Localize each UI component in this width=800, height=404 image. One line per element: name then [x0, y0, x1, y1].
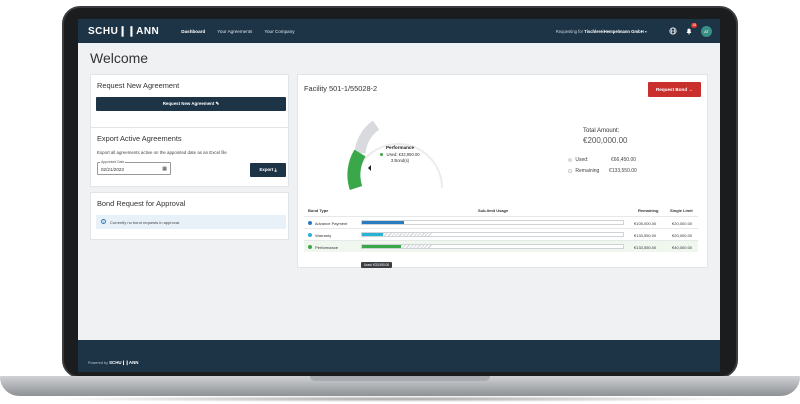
- remaining-cell: €133,550.00: [634, 244, 657, 250]
- nav-right: Requesting for TischlereiHempelmann GmbH…: [556, 23, 720, 37]
- info-icon: i: [101, 219, 106, 224]
- gauge-bond-count: 3 Bond(s): [390, 158, 410, 163]
- user-avatar[interactable]: AT: [701, 25, 712, 37]
- calendar-icon[interactable]: ▦: [162, 166, 167, 172]
- edit-icon: ✎: [215, 101, 220, 106]
- bond-type-table: Bond Type Sub-limit Usage Remaining Sing…: [304, 206, 698, 261]
- nav-your-company[interactable]: Your Company: [264, 29, 294, 34]
- request-bond-label: Request Bond: [655, 87, 688, 92]
- download-icon: ⤓: [274, 167, 277, 172]
- gauge-pointer-icon: [368, 165, 371, 171]
- sub-limit-bar: [361, 244, 624, 249]
- usage-tooltip: Used: €33,950.00: [361, 262, 393, 268]
- used-value: €66,450.00: [611, 157, 637, 163]
- export-button-label: Export: [259, 167, 274, 172]
- sub-limit-used-fill: [362, 221, 404, 224]
- bond-type-name: Advance Payment: [314, 220, 348, 226]
- sub-limit-hatch: [382, 233, 433, 236]
- laptop-base-notch: [310, 376, 490, 381]
- bond-request-approval-card: Bond Request for Approval i Currently no…: [90, 192, 289, 240]
- date-field-label: Appointed Date: [100, 160, 126, 164]
- sub-limit-bar: [361, 232, 624, 237]
- remaining-cell: €133,550.00: [634, 232, 657, 238]
- gauge-label: Performance: [385, 145, 415, 150]
- export-description: Export all agreements active on the appo…: [97, 150, 227, 155]
- top-navbar: SCHU❙❙ANN Dashboard Your Agreements Your…: [78, 19, 720, 43]
- single-limit-cell: €20,000.00: [672, 220, 693, 226]
- export-button[interactable]: Export ⤓: [250, 163, 286, 177]
- request-bond-button[interactable]: Request Bond →: [648, 82, 701, 97]
- laptop-shadow: [40, 396, 760, 402]
- bond-type-dot: [308, 245, 312, 250]
- sub-limit-bar: [361, 220, 624, 225]
- used-legend-dot: [568, 157, 572, 162]
- sub-limit-used-fill: [362, 233, 383, 236]
- nav-dashboard[interactable]: Dashboard: [181, 29, 205, 34]
- sub-limit-used-fill: [362, 245, 402, 248]
- remaining-label: Remaining: [575, 168, 600, 174]
- bond-type-dot: [308, 221, 312, 226]
- bond-type-cell: Advance Payment: [308, 221, 347, 226]
- sub-limit-hatch: [401, 245, 433, 248]
- total-amount-value: €200,000.00: [583, 136, 628, 145]
- appointed-date-field[interactable]: Appointed Date 02/21/2023 ▦: [97, 160, 171, 175]
- no-requests-info: i Currently no bond requests in approval…: [96, 215, 286, 229]
- info-text: Currently no bond requests in approval.: [110, 219, 181, 225]
- th-remaining: Remaining: [638, 208, 659, 213]
- requesting-company: TischlereiHempelmann GmbH: [584, 28, 644, 34]
- remaining-value: €133,550.00: [609, 168, 637, 174]
- remaining-cell: €105,000.00: [634, 220, 657, 226]
- bond-type-cell: Warranty: [308, 233, 331, 238]
- th-sub-limit-usage: Sub-limit Usage: [478, 208, 509, 213]
- request-card-title: Request New Agreement: [97, 81, 180, 90]
- export-card-title: Export Active Agreements: [97, 134, 182, 143]
- app-screen: SCHU❙❙ANN Dashboard Your Agreements Your…: [78, 19, 720, 372]
- arrow-right-icon: →: [688, 87, 693, 92]
- remaining-stat: Remaining: [568, 168, 599, 174]
- powered-by: Powered by SCHU❙❙ANN: [88, 360, 138, 366]
- request-button-label: Request New Agreement: [162, 101, 215, 106]
- nav-links: Dashboard Your Agreements Your Company: [181, 29, 306, 34]
- th-single-limit: Single Limit: [670, 208, 693, 213]
- notification-badge: 18: [691, 23, 697, 28]
- table-row[interactable]: Warranty €133,550.00 €20,000.00: [304, 228, 698, 240]
- chevron-down-icon: ▾: [644, 28, 647, 34]
- bond-type-name: Performance: [315, 244, 339, 250]
- requesting-for-selector[interactable]: Requesting for TischlereiHempelmann GmbH…: [556, 29, 647, 34]
- footer: Powered by SCHU❙❙ANN: [78, 340, 720, 372]
- nav-your-agreements[interactable]: Your Agreements: [217, 29, 252, 34]
- globe-icon[interactable]: [669, 27, 677, 35]
- th-bond-type: Bond Type: [308, 208, 329, 213]
- bond-type-cell: Performance: [308, 245, 338, 250]
- single-limit-cell: €40,000.00: [672, 244, 693, 250]
- gauge-used-text: Used: €33,950.00: [386, 152, 420, 157]
- bond-type-name: Warranty: [315, 232, 332, 238]
- single-limit-cell: €20,000.00: [672, 232, 693, 238]
- gauge-performance-arc: [347, 149, 366, 190]
- date-field-value: 02/21/2023: [101, 167, 124, 172]
- brand-logo[interactable]: SCHU❙❙ANN: [88, 26, 159, 37]
- used-label: Used:: [575, 157, 589, 163]
- used-stat: Used:: [568, 157, 588, 163]
- facility-title: Facility 501-1/55028-2: [304, 84, 378, 93]
- bond-type-dot: [308, 233, 312, 238]
- remaining-legend-dot: [568, 168, 572, 173]
- gauge-used-dot: [380, 153, 384, 157]
- request-new-agreement-button[interactable]: Request New Agreement ✎: [96, 97, 286, 111]
- export-agreements-card: Export Active Agreements Export all agre…: [90, 127, 289, 187]
- footer-brand: SCHU❙❙ANN: [109, 360, 139, 365]
- table-row[interactable]: Advance Payment €105,000.00 €20,000.00: [304, 216, 698, 228]
- bond-request-card-title: Bond Request for Approval: [97, 199, 186, 208]
- gauge-used: Used: €33,950.00: [363, 152, 437, 157]
- bell-icon[interactable]: 18: [685, 23, 697, 35]
- requesting-label: Requesting for: [555, 28, 584, 34]
- powered-by-label: Powered by: [88, 361, 109, 365]
- gauge-center-labels: Performance Used: €33,950.00 3 Bond(s): [363, 145, 437, 163]
- page-title: Welcome: [90, 50, 149, 66]
- total-amount-label: Total Amount:: [583, 128, 620, 134]
- facility-card: Facility 501-1/55028-2 Request Bond → Pe…: [297, 74, 708, 268]
- table-row[interactable]: Performance €133,550.00 €40,000.00: [304, 240, 698, 252]
